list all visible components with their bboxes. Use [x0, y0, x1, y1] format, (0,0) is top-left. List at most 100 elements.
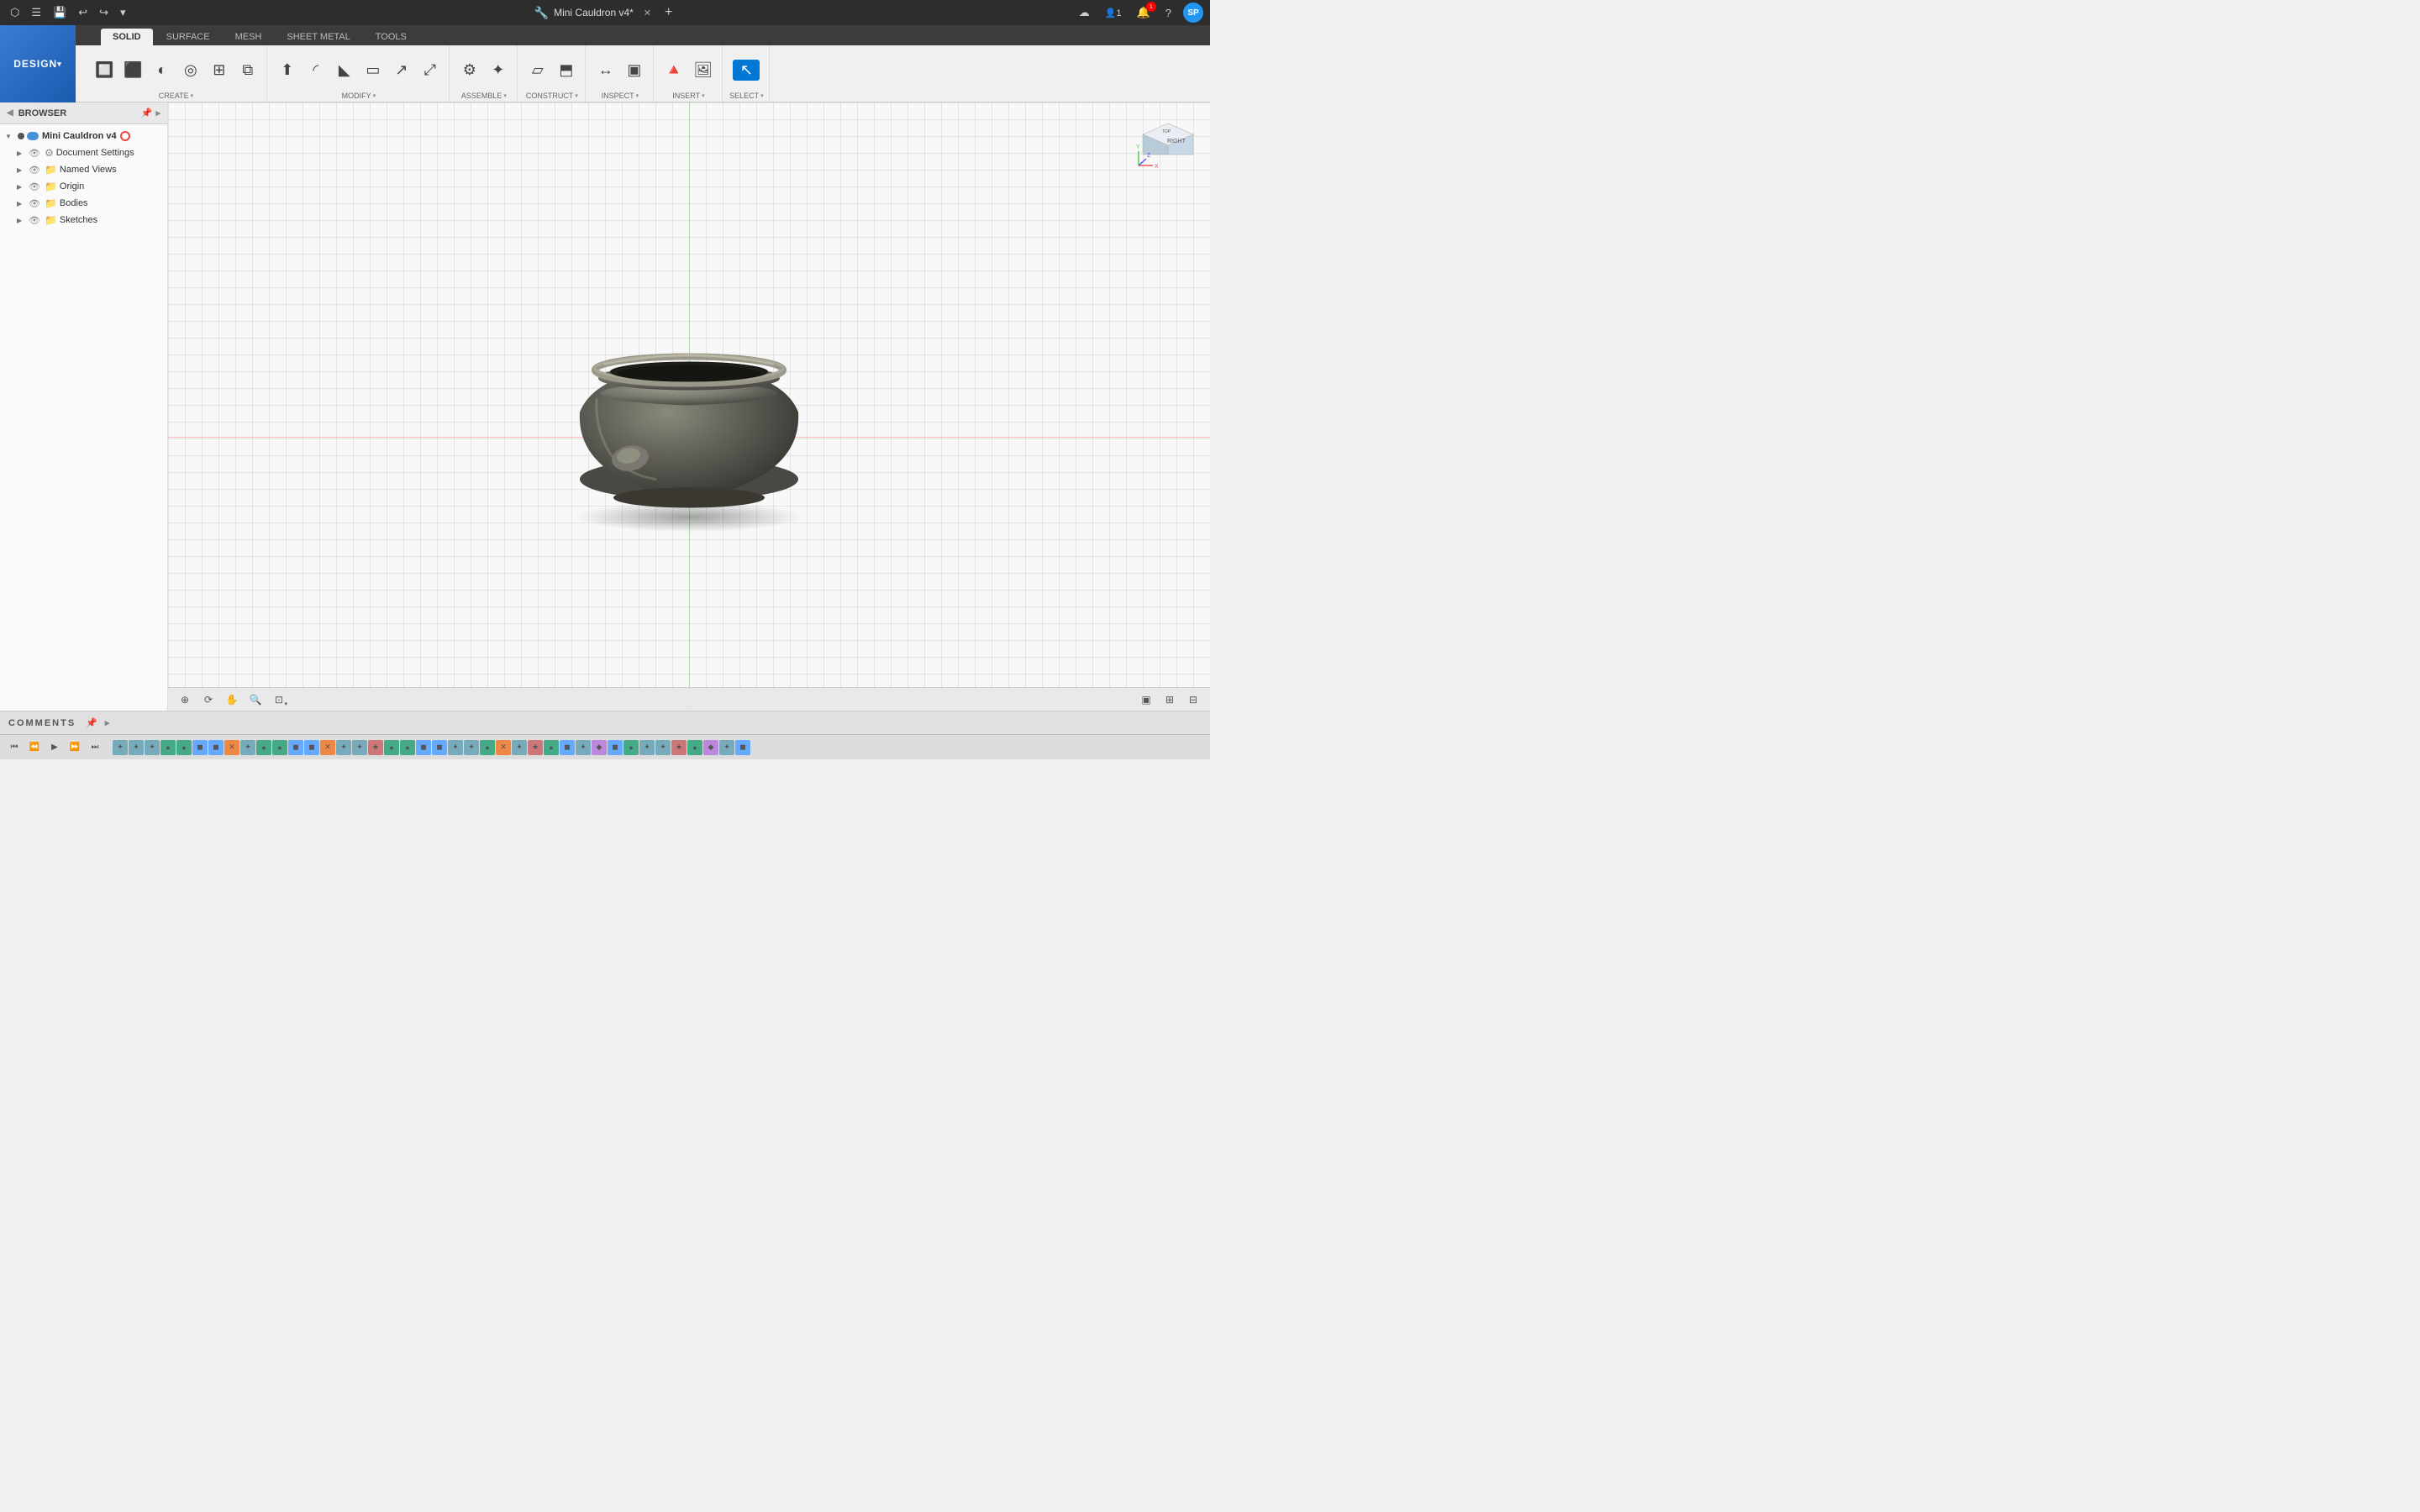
draft-button[interactable]: ↗ [388, 60, 415, 81]
timeline-item[interactable]: ✦ [576, 740, 591, 755]
menu-icon[interactable]: ☰ [28, 4, 45, 21]
shell-button[interactable]: ▭ [360, 60, 387, 81]
tab-mesh[interactable]: MESH [224, 29, 274, 45]
timeline-item[interactable]: ◼ [304, 740, 319, 755]
redo-button[interactable]: ↪ [96, 4, 112, 21]
timeline-item[interactable]: ✦ [464, 740, 479, 755]
doc-close-button[interactable]: ✕ [639, 6, 656, 20]
timeline-item[interactable]: ◼ [192, 740, 208, 755]
timeline-item[interactable]: ✦ [719, 740, 734, 755]
browser-pin-icon[interactable]: 📌 [141, 108, 153, 118]
timeline-item[interactable]: ● [480, 740, 495, 755]
mirror-button[interactable]: ⧉ [234, 60, 261, 81]
timeline-item[interactable]: ◼ [208, 740, 224, 755]
timeline-item[interactable]: ◼ [416, 740, 431, 755]
viewport[interactable]: RIGHT TOP X Y Z ⊕ ⟳ ✋ 🔍 ⊡ ▾ [168, 102, 1210, 711]
timeline-item[interactable]: ✦ [145, 740, 160, 755]
timeline-item[interactable]: ✕ [224, 740, 239, 755]
insert-dropdown-arrow[interactable]: ▾ [702, 92, 705, 99]
insert-svg-button[interactable]: 🖼 [689, 60, 717, 81]
timeline-item[interactable]: ✦ [639, 740, 655, 755]
revolve-button[interactable]: ◐ [149, 60, 176, 81]
timeline-item[interactable]: ✦ [352, 740, 367, 755]
browser-collapse-arrow[interactable]: ◀ [7, 108, 13, 118]
scale-button[interactable]: ⤢ [417, 60, 444, 81]
display-mode-button[interactable]: ▣ [1136, 690, 1156, 709]
nav-cube[interactable]: RIGHT TOP X Y Z [1134, 111, 1202, 178]
new-tab-button[interactable]: + [661, 3, 676, 22]
timeline-item[interactable]: ● [544, 740, 559, 755]
tab-tools[interactable]: TOOLS [364, 29, 418, 45]
save-button[interactable]: 💾 [50, 4, 70, 21]
notifications-button[interactable]: 🔔 1 [1134, 4, 1154, 21]
browser-root-item[interactable]: ▼ Mini Cauldron v4 [0, 128, 167, 144]
measure-button[interactable]: ↔ [592, 60, 619, 81]
extrude-button[interactable]: ⬛ [119, 60, 146, 81]
tab-sheet-metal[interactable]: SHEET METAL [275, 29, 361, 45]
comments-expand-icon[interactable]: ▸ [105, 717, 111, 728]
joint-button[interactable]: ⚙ [456, 60, 483, 81]
timeline-item[interactable]: ✦ [448, 740, 463, 755]
zoom-window-button[interactable]: ⊡ ▾ [269, 690, 289, 709]
pan-button[interactable]: ✋ [222, 690, 242, 709]
grid-display-button[interactable]: ⊞ [1160, 690, 1180, 709]
timeline-item[interactable]: ● [623, 740, 639, 755]
timeline-item[interactable]: ✦ [655, 740, 671, 755]
browser-item-doc-settings[interactable]: ▶ 👁 ⚙ Document Settings [0, 144, 167, 161]
construct-dropdown-arrow[interactable]: ▾ [575, 92, 578, 99]
chamfer-button[interactable]: ◣ [331, 60, 358, 81]
undo-button[interactable]: ↩ [75, 4, 91, 21]
timeline-item[interactable]: ◼ [288, 740, 303, 755]
timeline-play-button[interactable]: ▶ [45, 738, 64, 757]
insert-mesh-button[interactable]: 🔺 [660, 60, 687, 81]
timeline-item[interactable]: ★ [671, 740, 687, 755]
timeline-item[interactable]: ◼ [560, 740, 575, 755]
timeline-item[interactable]: ★ [528, 740, 543, 755]
orbit-button[interactable]: ⟳ [198, 690, 218, 709]
timeline-item[interactable]: ✦ [113, 740, 128, 755]
modify-dropdown-arrow[interactable]: ▾ [373, 92, 376, 99]
timeline-item[interactable]: ● [384, 740, 399, 755]
tab-surface[interactable]: SURFACE [155, 29, 222, 45]
offset-plane-button[interactable]: ▱ [524, 60, 551, 81]
app-icon[interactable]: ⬡ [7, 4, 23, 21]
more-button[interactable]: ▾ [117, 4, 129, 21]
user-count[interactable]: 👤1 [1102, 6, 1125, 20]
select-dropdown-arrow[interactable]: ▾ [760, 92, 764, 99]
timeline-item[interactable]: ✕ [320, 740, 335, 755]
timeline-next-button[interactable]: ⏩ [66, 738, 84, 757]
browser-item-origin[interactable]: ▶ 👁 📁 Origin [0, 178, 167, 195]
comments-pin-icon[interactable]: 📌 [86, 717, 98, 728]
timeline-item[interactable]: ◼ [735, 740, 750, 755]
assemble-dropdown-arrow[interactable]: ▾ [503, 92, 507, 99]
timeline-item[interactable]: ● [176, 740, 192, 755]
pattern-button[interactable]: ⊞ [206, 60, 233, 81]
timeline-item[interactable]: ● [160, 740, 176, 755]
timeline-item[interactable]: ✦ [336, 740, 351, 755]
select-button[interactable]: ↖ [733, 60, 760, 81]
fillet-button[interactable]: ◜ [302, 60, 329, 81]
timeline-item[interactable]: ● [256, 740, 271, 755]
inspect-dropdown-arrow[interactable]: ▾ [636, 92, 639, 99]
browser-item-named-views[interactable]: ▶ 👁 📁 Named Views [0, 161, 167, 178]
browser-item-sketches[interactable]: ▶ 👁 📁 Sketches [0, 212, 167, 228]
design-button[interactable]: DESIGN ▾ [0, 25, 76, 102]
timeline-item[interactable]: ◆ [703, 740, 718, 755]
timeline-item[interactable]: ✦ [240, 740, 255, 755]
timeline-item[interactable]: ✦ [512, 740, 527, 755]
browser-item-bodies[interactable]: ▶ 👁 📁 Bodies [0, 195, 167, 212]
timeline-item[interactable]: ● [400, 740, 415, 755]
timeline-item[interactable]: ✦ [129, 740, 144, 755]
timeline-item[interactable]: ★ [368, 740, 383, 755]
timeline-item[interactable]: ◼ [432, 740, 447, 755]
new-component-button[interactable]: 🔲 [91, 60, 118, 81]
create-dropdown-arrow[interactable]: ▾ [191, 92, 194, 99]
section-analysis-button[interactable]: ▣ [621, 60, 648, 81]
profile-button[interactable]: SP [1183, 3, 1203, 23]
timeline-item[interactable]: ◆ [592, 740, 607, 755]
zoom-button[interactable]: 🔍 [245, 690, 266, 709]
timeline-item[interactable]: ✕ [496, 740, 511, 755]
tab-solid[interactable]: SOLID [101, 29, 153, 45]
cloud-icon[interactable]: ☁ [1076, 4, 1093, 21]
timeline-item[interactable]: ● [272, 740, 287, 755]
